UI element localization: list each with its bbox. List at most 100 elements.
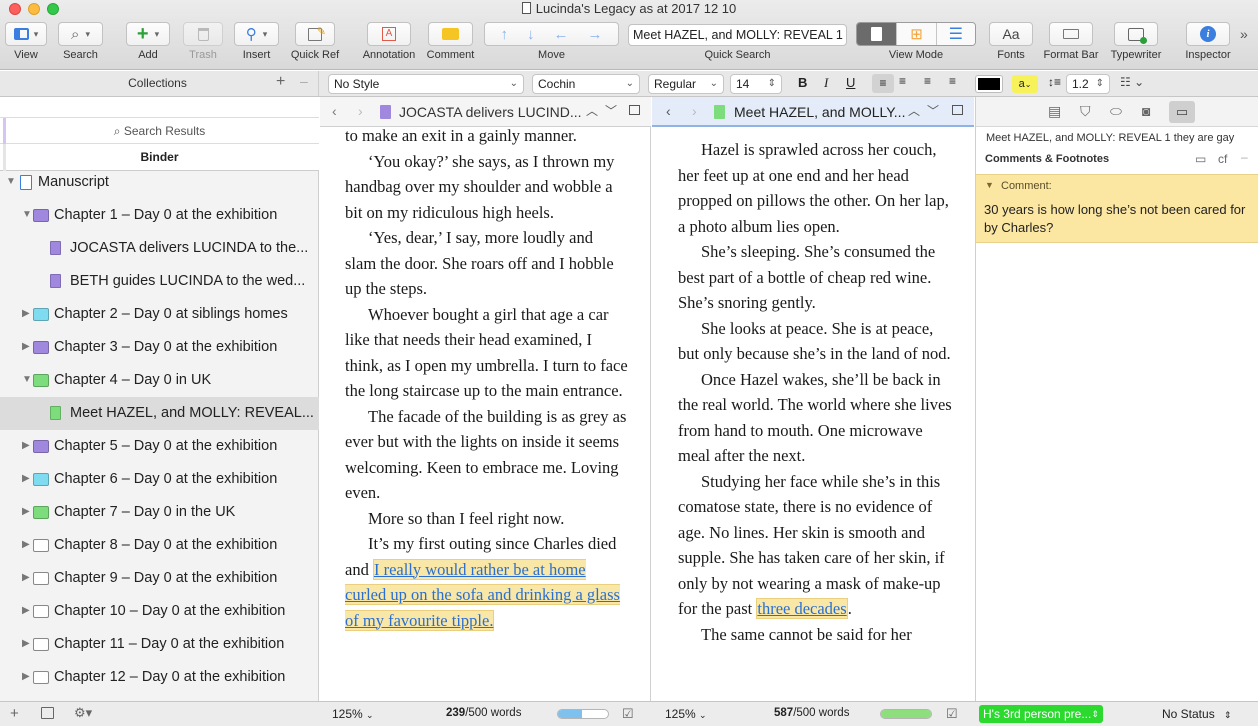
notes-icon[interactable]: ▤ bbox=[1048, 103, 1061, 120]
binder-item[interactable]: ▼ Manuscript bbox=[0, 166, 319, 199]
previous-document-icon[interactable]: ︿ bbox=[586, 102, 598, 119]
forward-arrow-icon[interactable]: › bbox=[692, 103, 697, 119]
paragraph-style-select[interactable]: No Style ⌄ bbox=[328, 74, 524, 94]
binder-item[interactable]: Meet HAZEL, and MOLLY: REVEAL... bbox=[0, 397, 319, 430]
arrow-down-icon[interactable]: ↓ bbox=[527, 26, 535, 43]
snapshot-camera-icon[interactable]: ◙ bbox=[1142, 103, 1150, 119]
justify-button[interactable]: ≡ bbox=[949, 74, 956, 88]
target-icon[interactable]: ☑ bbox=[622, 706, 634, 722]
insert-button[interactable]: ⚲ ▾ bbox=[234, 22, 279, 46]
disclosure-collapsed-icon[interactable]: ▶ bbox=[22, 605, 30, 616]
arrow-left-icon[interactable]: ← bbox=[554, 26, 569, 43]
align-right-button[interactable]: ≡ bbox=[924, 74, 931, 88]
search-button[interactable]: ⌕ ▾ bbox=[58, 22, 103, 46]
next-document-icon[interactable]: ﹀ bbox=[927, 102, 939, 119]
arrow-right-icon[interactable]: → bbox=[588, 26, 603, 43]
list-menu-button[interactable]: ☷ ⌄ bbox=[1120, 75, 1144, 89]
bookmark-icon[interactable]: ⛉ bbox=[1080, 103, 1091, 120]
comments-tab-icon[interactable]: ▭ bbox=[1169, 101, 1195, 123]
forward-arrow-icon[interactable]: › bbox=[358, 103, 363, 119]
binder-item[interactable]: ▶ Chapter 3 – Day 0 at the exhibition bbox=[0, 331, 319, 364]
view-mode-outline-button[interactable]: ☰ bbox=[935, 23, 975, 45]
disclosure-collapsed-icon[interactable]: ▶ bbox=[22, 308, 30, 319]
binder-item[interactable]: ▶ Chapter 2 – Day 0 at siblings homes bbox=[0, 298, 319, 331]
right-editor-title[interactable]: Meet HAZEL, and MOLLY... bbox=[734, 104, 905, 120]
label-select[interactable]: H's 3rd person pre... ⇕ bbox=[979, 705, 1103, 723]
disclosure-collapsed-icon[interactable]: ▶ bbox=[22, 572, 30, 583]
back-arrow-icon[interactable]: ‹ bbox=[666, 103, 671, 119]
target-icon[interactable]: ☑ bbox=[946, 706, 958, 722]
add-footnote-button[interactable]: cf bbox=[1218, 152, 1227, 166]
disclosure-collapsed-icon[interactable]: ▶ bbox=[22, 440, 30, 451]
left-editor-title[interactable]: JOCASTA delivers LUCIND... bbox=[399, 104, 582, 120]
split-editor-icon[interactable] bbox=[629, 105, 640, 115]
font-family-select[interactable]: Cochin ⌄ bbox=[532, 74, 640, 94]
status-select[interactable]: No Status ⇕ bbox=[1162, 707, 1232, 721]
disclosure-collapsed-icon[interactable]: ▶ bbox=[22, 671, 30, 682]
line-spacing-select[interactable]: 1.2 ⇕ bbox=[1066, 74, 1110, 94]
disclosure-expanded-icon[interactable]: ▼ bbox=[22, 374, 32, 385]
comment-text[interactable]: 30 years is how long she’s not been care… bbox=[984, 201, 1252, 237]
search-results-tab[interactable]: ⌕ Search Results bbox=[0, 118, 319, 144]
binder-item[interactable]: ▶ Chapter 9 – Day 0 at the exhibition bbox=[0, 562, 319, 595]
left-zoom-select[interactable]: 125% ⌄ bbox=[332, 707, 374, 721]
previous-document-icon[interactable]: ︿ bbox=[908, 102, 920, 119]
comment-card[interactable]: ▼ Comment: 30 years is how long she’s no… bbox=[976, 174, 1258, 243]
text-color-button[interactable] bbox=[975, 75, 1003, 93]
add-button[interactable]: + ▾ bbox=[126, 22, 170, 46]
back-arrow-icon[interactable]: ‹ bbox=[332, 103, 337, 119]
binder-item[interactable]: BETH guides LUCINDA to the wed... bbox=[0, 265, 319, 298]
add-folder-icon[interactable] bbox=[41, 707, 54, 719]
quick-search-input[interactable]: Meet HAZEL, and MOLLY: REVEAL 1 the... bbox=[628, 24, 847, 46]
disclosure-expanded-icon[interactable]: ▼ bbox=[6, 176, 16, 187]
highlight-button[interactable]: a⌄ bbox=[1012, 75, 1038, 93]
add-collection-icon[interactable]: + bbox=[276, 73, 285, 91]
binder-item[interactable]: ▶ Chapter 10 – Day 0 at the exhibition bbox=[0, 595, 319, 628]
binder-item[interactable]: ▼ Chapter 1 – Day 0 at the exhibition bbox=[0, 199, 319, 232]
binder-item[interactable]: JOCASTA delivers LUCINDA to the... bbox=[0, 232, 319, 265]
remove-comment-icon[interactable]: – bbox=[1241, 150, 1248, 164]
right-editor-text[interactable]: Hazel is sprawled across her couch, her … bbox=[652, 127, 974, 701]
right-zoom-select[interactable]: 125% ⌄ bbox=[665, 707, 707, 721]
disclosure-triangle-icon[interactable]: ▼ bbox=[985, 180, 994, 190]
trash-button[interactable] bbox=[183, 22, 223, 46]
font-weight-select[interactable]: Regular ⌄ bbox=[648, 74, 724, 94]
format-bar-button[interactable] bbox=[1049, 22, 1093, 46]
metadata-tag-icon[interactable]: ⬭ bbox=[1110, 103, 1122, 120]
font-size-select[interactable]: 14 ⇕ bbox=[730, 74, 782, 94]
binder-item[interactable]: ▼ Chapter 4 – Day 0 in UK bbox=[0, 364, 319, 397]
binder-item[interactable]: ▶ Chapter 7 – Day 0 in the UK bbox=[0, 496, 319, 529]
disclosure-collapsed-icon[interactable]: ▶ bbox=[22, 473, 30, 484]
disclosure-expanded-icon[interactable]: ▼ bbox=[22, 209, 32, 220]
typewriter-button[interactable] bbox=[1114, 22, 1158, 46]
move-buttons[interactable]: ↑ ↓ ← → bbox=[484, 22, 619, 46]
italic-button[interactable]: I bbox=[824, 75, 828, 91]
split-editor-icon[interactable] bbox=[952, 105, 963, 115]
binder-item[interactable]: ▶ Chapter 11 – Day 0 at the exhibition bbox=[0, 628, 319, 661]
annotation-button[interactable]: A bbox=[367, 22, 411, 46]
left-editor-text[interactable]: to make an exit in a gainly manner. ‘You… bbox=[320, 127, 651, 701]
fonts-button[interactable]: Aa bbox=[989, 22, 1033, 46]
bold-button[interactable]: B bbox=[798, 75, 807, 90]
binder-item[interactable]: ▶ Chapter 5 – Day 0 at the exhibition bbox=[0, 430, 319, 463]
view-mode-document-button[interactable] bbox=[857, 23, 897, 45]
disclosure-collapsed-icon[interactable]: ▶ bbox=[22, 539, 30, 550]
binder-item[interactable]: ▶ Chapter 8 – Day 0 at the exhibition bbox=[0, 529, 319, 562]
view-mode-corkboard-button[interactable]: ⊞ bbox=[896, 23, 936, 45]
align-left-button[interactable]: ≡ bbox=[872, 74, 894, 93]
gear-icon[interactable]: ⚙▾ bbox=[74, 705, 92, 721]
arrow-up-icon[interactable]: ↑ bbox=[501, 26, 509, 43]
comment-button[interactable] bbox=[428, 22, 473, 46]
disclosure-collapsed-icon[interactable]: ▶ bbox=[22, 638, 30, 649]
add-document-icon[interactable]: + bbox=[10, 705, 19, 722]
disclosure-collapsed-icon[interactable]: ▶ bbox=[22, 341, 30, 352]
disclosure-collapsed-icon[interactable]: ▶ bbox=[22, 506, 30, 517]
binder-item[interactable]: ▶ Chapter 12 – Day 0 at the exhibition bbox=[0, 661, 319, 694]
commented-text-highlight[interactable]: three decades bbox=[756, 598, 848, 619]
align-center-button[interactable]: ≡ bbox=[899, 74, 906, 88]
add-comment-icon[interactable]: ▭ bbox=[1195, 152, 1206, 166]
remove-collection-icon[interactable]: – bbox=[300, 73, 308, 89]
underline-button[interactable]: U bbox=[846, 75, 855, 90]
commented-text-highlight[interactable]: I really would rather be at home curled … bbox=[345, 558, 620, 631]
view-button[interactable]: ▾ bbox=[5, 22, 47, 46]
